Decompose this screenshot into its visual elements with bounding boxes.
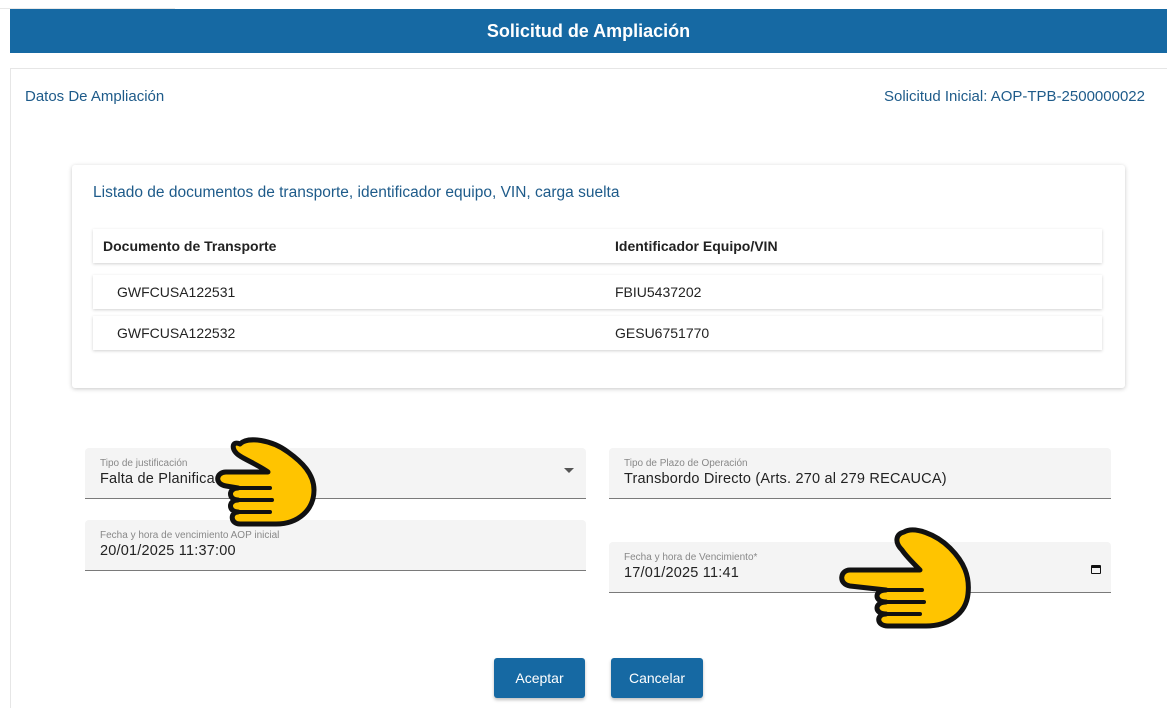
table-row[interactable]: GWFCUSA122531 FBIU5437202 bbox=[93, 275, 1102, 309]
pointing-hand-icon bbox=[215, 437, 317, 527]
table-row[interactable]: GWFCUSA122532 GESU6751770 bbox=[93, 316, 1102, 350]
column-header-equipment-id: Identificador Equipo/VIN bbox=[615, 238, 778, 254]
expiry-label: Fecha y hora de Vencimiento* bbox=[624, 552, 758, 563]
cell-equipment-id: GESU6751770 bbox=[615, 325, 710, 341]
cell-equipment-id: FBIU5437202 bbox=[615, 284, 702, 300]
justification-label: Tipo de justificación bbox=[100, 458, 188, 469]
table-header: Documento de Transporte Identificador Eq… bbox=[93, 229, 1102, 263]
cancel-button[interactable]: Cancelar bbox=[611, 658, 703, 698]
cell-transport-document: GWFCUSA122532 bbox=[117, 325, 236, 341]
documents-card: Listado de documentos de transporte, ide… bbox=[72, 165, 1125, 388]
term-type-label: Tipo de Plazo de Operación bbox=[624, 458, 748, 469]
chevron-down-icon[interactable] bbox=[564, 468, 574, 473]
pointing-hand-icon bbox=[839, 527, 971, 629]
accept-button[interactable]: Aceptar bbox=[494, 658, 585, 698]
window-title-bar: Solicitud de Ampliación bbox=[10, 9, 1167, 53]
initial-expiry-label: Fecha y hora de vencimiento AOP inicial bbox=[100, 530, 280, 541]
justification-select[interactable]: Tipo de justificación Falta de Planifica… bbox=[85, 448, 586, 499]
initial-expiry-field[interactable]: Fecha y hora de vencimiento AOP inicial … bbox=[85, 520, 586, 571]
section-title: Datos De Ampliación bbox=[25, 88, 165, 105]
documents-title: Listado de documentos de transporte, ide… bbox=[93, 184, 620, 201]
main-panel bbox=[10, 68, 1167, 708]
initial-request-label: Solicitud Inicial: AOP-TPB-2500000022 bbox=[884, 88, 1145, 105]
column-header-transport-document: Documento de Transporte bbox=[103, 238, 277, 254]
initial-expiry-value: 20/01/2025 11:37:00 bbox=[100, 543, 236, 559]
term-type-value: Transbordo Directo (Arts. 270 al 279 REC… bbox=[624, 471, 947, 487]
expiry-value: 17/01/2025 11:41 bbox=[624, 565, 740, 581]
term-type-field[interactable]: Tipo de Plazo de Operación Transbordo Di… bbox=[609, 448, 1111, 499]
calendar-icon[interactable] bbox=[1091, 565, 1101, 574]
cell-transport-document: GWFCUSA122531 bbox=[117, 284, 236, 300]
top-left-strip bbox=[0, 0, 175, 9]
window-title: Solicitud de Ampliación bbox=[486, 20, 691, 41]
